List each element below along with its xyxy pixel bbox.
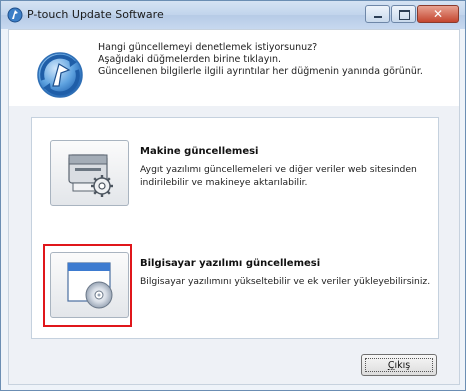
app-logo-icon	[7, 7, 23, 23]
options-area: Makine güncellemesi Aygıt yazılımı günce…	[9, 106, 459, 384]
maximize-button[interactable]	[391, 5, 416, 23]
window-title: P-touch Update Software	[27, 8, 164, 21]
machine-update-title: Makine güncellemesi	[140, 146, 259, 157]
instruction-text: Hangi güncellemeyi denetlemek istiyorsun…	[98, 42, 448, 78]
machine-update-desc-line-2: indirilebilir ve makineye aktarılabilir.	[140, 176, 308, 188]
minimize-icon	[374, 16, 382, 18]
software-update-button[interactable]	[50, 252, 129, 318]
minimize-button[interactable]	[365, 5, 390, 23]
printer-gear-icon	[68, 154, 113, 197]
app-window: P-touch Update Software ✕ Hangi güncelle…	[0, 0, 466, 391]
instruction-line-1: Hangi güncellemeyi denetlemek istiyorsun…	[98, 42, 318, 53]
window-cd-icon	[67, 262, 113, 309]
software-update-title: Bilgisayar yazılımı güncellemesi	[140, 258, 321, 269]
close-button[interactable]: ✕	[417, 5, 459, 23]
close-icon: ✕	[432, 7, 444, 21]
instruction-header: Hangi güncellemeyi denetlemek istiyorsun…	[9, 30, 459, 106]
software-update-desc: Bilgisayar yazılımını yükseltebilir ve e…	[140, 276, 431, 287]
machine-update-button[interactable]	[50, 140, 129, 206]
exit-button[interactable]: Çıkış	[361, 354, 437, 376]
exit-button-label: Çıkış	[365, 358, 433, 372]
client-area: Hangi güncellemeyi denetlemek istiyorsun…	[8, 29, 460, 385]
maximize-icon	[399, 10, 410, 20]
update-options-panel: Makine güncellemesi Aygıt yazılımı günce…	[31, 117, 439, 339]
machine-update-desc: Aygıt yazılımı güncellemeleri ve diğer v…	[140, 164, 432, 189]
window-controls: ✕	[364, 5, 459, 23]
ptouch-update-logo-icon	[37, 52, 83, 98]
instruction-line-2: Aşağıdaki düğmelerden birine tıklayın.	[98, 54, 282, 65]
title-bar[interactable]: P-touch Update Software ✕	[1, 1, 465, 29]
exit-button-text: ıkış	[394, 360, 411, 371]
instruction-line-3: Güncellenen bilgilerle ilgili ayrıntılar…	[98, 66, 423, 77]
machine-update-desc-line-1: Aygıt yazılımı güncellemeleri ve diğer v…	[140, 164, 417, 175]
